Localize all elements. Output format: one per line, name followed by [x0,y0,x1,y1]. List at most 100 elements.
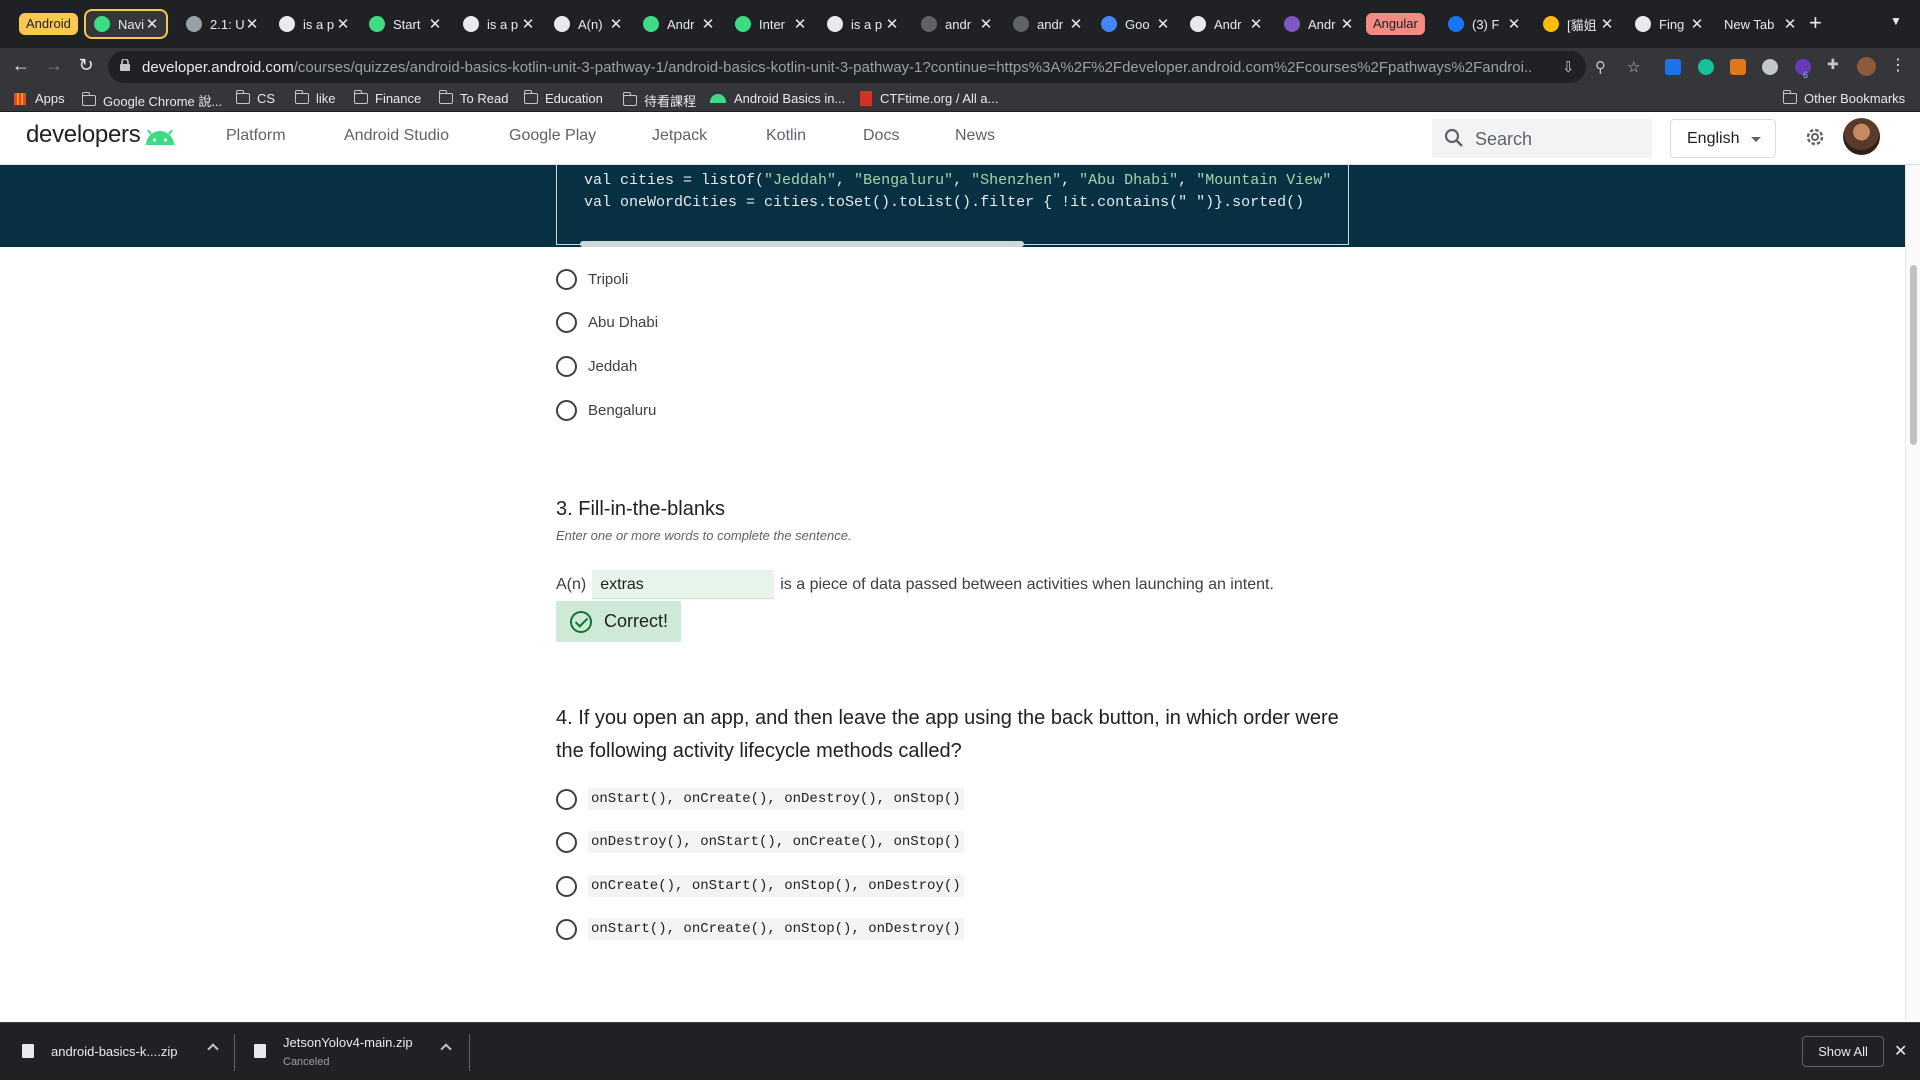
close-tab-icon[interactable]: ✕ [1248,15,1264,33]
close-tab-icon[interactable]: ✕ [427,15,443,33]
bookmark-item[interactable]: Google Chrome 說... [81,91,222,110]
tab-group-angular[interactable]: Angular [1366,13,1425,35]
close-tab-icon[interactable]: ✕ [700,15,716,33]
nav-link-google-play[interactable]: Google Play [509,127,596,145]
extension-globe-icon[interactable] [1762,59,1778,75]
chevron-up-icon[interactable] [440,1043,452,1055]
chrome-menu-icon[interactable]: ⋮ [1886,55,1910,75]
browser-tab[interactable]: Andr ✕ [1182,8,1270,40]
bookmark-item[interactable]: Apps [14,91,65,106]
radio-button[interactable] [556,788,577,810]
gear-icon[interactable] [1803,125,1827,149]
close-tab-icon[interactable]: ✕ [608,15,624,33]
code-horizontal-scrollbar[interactable] [580,241,1024,247]
download-item[interactable]: android-basics-k....zip [22,1023,222,1081]
close-tab-icon[interactable]: ✕ [244,15,260,33]
answer-input[interactable]: extras [592,570,775,599]
close-tab-icon[interactable]: ✕ [792,15,808,33]
grammarly-icon[interactable] [1698,59,1714,75]
radio-button[interactable] [556,831,577,853]
answer-option[interactable]: Bengaluru [556,400,656,421]
answer-option[interactable]: onStart(), onCreate(), onDestroy(), onSt… [556,788,964,810]
close-tab-icon[interactable]: ✕ [1782,15,1798,33]
close-tab-icon[interactable]: ✕ [1155,15,1171,33]
metamask-icon[interactable] [1730,59,1746,75]
browser-tab[interactable]: is a p ✕ [271,8,357,40]
scrollbar-thumb[interactable] [1910,265,1917,445]
radio-button[interactable] [556,875,577,897]
browser-tab[interactable]: [貓姐 ✕ [1535,8,1621,40]
show-all-button[interactable]: Show All [1802,1036,1884,1067]
browser-tab[interactable]: andr ✕ [1005,8,1090,40]
bookmark-item[interactable]: To Read [438,90,508,106]
answer-option[interactable]: onStart(), onCreate(), onStop(), onDestr… [556,918,964,940]
browser-tab[interactable]: is a p ✕ [455,8,542,40]
close-tab-icon[interactable]: ✕ [144,15,160,33]
tab-group-android[interactable]: Android [19,13,78,35]
bookmark-item[interactable]: Education [523,90,603,106]
nav-link-docs[interactable]: Docs [863,127,899,145]
browser-tab[interactable]: Start ✕ [361,8,449,40]
radio-button[interactable] [556,356,577,377]
tab-search-icon[interactable]: ▼ [1890,14,1902,28]
browser-tab[interactable]: A(n) ✕ [546,8,630,40]
browser-tab[interactable]: Fing ✕ [1627,8,1711,40]
page-scrollbar[interactable] [1905,165,1920,1022]
nav-link-platform[interactable]: Platform [226,127,286,145]
extensions-puzzle-icon[interactable]: ✚ [1827,56,1843,72]
browser-tab[interactable]: Andr ✕ [1276,8,1361,40]
browser-tab[interactable]: is a p ✕ [819,8,906,40]
developers-logo[interactable]: developers [26,121,141,149]
close-tab-icon[interactable]: ✕ [884,15,900,33]
close-tab-icon[interactable]: ✕ [335,15,351,33]
answer-option[interactable]: Tripoli [556,269,628,290]
browser-tab[interactable]: 2.1: U ✕ [178,8,266,40]
answer-option[interactable]: onCreate(), onStart(), onStop(), onDestr… [556,875,964,897]
language-select[interactable]: English [1670,119,1776,158]
close-tab-icon[interactable]: ✕ [1689,15,1705,33]
browser-tab[interactable]: Goo ✕ [1093,8,1177,40]
bookmark-item[interactable]: CS [235,90,275,106]
radio-button[interactable] [556,400,577,421]
browser-tab[interactable]: Inter ✕ [727,8,814,40]
browser-tab[interactable]: Andr ✕ [635,8,722,40]
site-search[interactable]: Search [1432,119,1652,158]
browser-tab[interactable]: andr ✕ [913,8,1000,40]
close-tab-icon[interactable]: ✕ [1068,15,1084,33]
nav-link-kotlin[interactable]: Kotlin [766,127,806,145]
new-tab-button[interactable]: + [1809,10,1822,36]
bookmark-item[interactable]: like [294,90,336,106]
answer-option[interactable]: Abu Dhabi [556,312,658,333]
close-tab-icon[interactable]: ✕ [1599,15,1615,33]
browser-tab[interactable]: Navi ✕ [84,9,168,39]
address-bar[interactable]: developer.android.com/courses/quizzes/an… [108,51,1640,83]
bookmark-star-icon[interactable]: ☆ [1627,58,1640,76]
other-bookmarks[interactable]: Other Bookmarks [1782,90,1905,106]
nav-link-android-studio[interactable]: Android Studio [344,127,449,145]
radio-button[interactable] [556,269,577,290]
radio-button[interactable] [556,918,577,940]
install-icon[interactable]: ⇩ [1562,58,1575,76]
chevron-up-icon[interactable] [207,1043,219,1055]
extension-blue-icon[interactable] [1665,59,1681,75]
radio-button[interactable] [556,312,577,333]
bookmark-item[interactable]: CTFtime.org / All a... [860,91,998,106]
browser-tab[interactable]: (3) F ✕ [1440,8,1528,40]
close-tab-icon[interactable]: ✕ [520,15,536,33]
close-tab-icon[interactable]: ✕ [1506,15,1522,33]
reload-icon[interactable]: ↻ [74,55,98,76]
bookmark-item[interactable]: Android Basics in... [710,91,845,106]
bookmark-item[interactable]: 待看課程 [622,91,696,110]
zoom-icon[interactable]: ⚲ [1595,58,1606,76]
download-item[interactable]: JetsonYolov4-main.zip Canceled [254,1023,454,1081]
bookmark-item[interactable]: Finance [353,90,421,106]
profile-avatar-icon[interactable] [1857,57,1876,76]
back-icon[interactable]: ← [9,55,33,76]
nav-link-news[interactable]: News [955,127,995,145]
url-text[interactable]: developer.android.com/courses/quizzes/an… [142,59,1532,76]
nav-link-jetpack[interactable]: Jetpack [652,127,707,145]
close-icon[interactable]: ✕ [1894,1041,1907,1061]
answer-option[interactable]: Jeddah [556,356,637,377]
close-tab-icon[interactable]: ✕ [978,15,994,33]
close-tab-icon[interactable]: ✕ [1339,15,1355,33]
